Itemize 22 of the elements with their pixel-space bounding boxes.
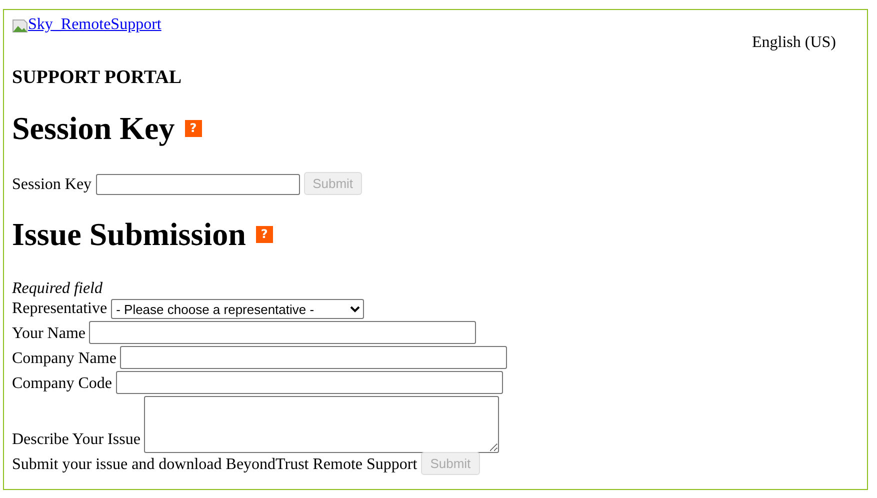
text-field[interactable] [120, 346, 508, 369]
field-label: Company Code [12, 374, 112, 394]
section-heading: Session Key [12, 109, 175, 147]
language-selector[interactable]: English (US) [752, 34, 836, 52]
text-field[interactable] [116, 371, 503, 394]
issue-textarea[interactable] [144, 396, 500, 453]
field-label: Representative [12, 299, 108, 319]
portal-title: SUPPORT PORTAL [12, 67, 183, 89]
help-icon[interactable]: ? [184, 120, 202, 136]
field-label: Describe Your Issue [12, 430, 140, 450]
submit-instruction: Submit your issue and download BeyondTrust Remote Support [12, 455, 418, 475]
required-note: Required field [12, 279, 104, 299]
help-icon[interactable]: ? [256, 226, 273, 242]
session-key-field[interactable] [96, 174, 300, 195]
broken-image-icon [12, 18, 28, 34]
section-heading: Issue Submission [12, 215, 246, 253]
field-label: Company Name [12, 349, 116, 369]
text-field[interactable] [89, 321, 476, 344]
logo-link[interactable]: Sky_RemoteSupport [12, 16, 162, 34]
field-label: Session Key [12, 175, 92, 195]
representative-dropdown[interactable]: - Please choose a representative - [111, 299, 364, 319]
field-label: Your Name [12, 324, 86, 344]
